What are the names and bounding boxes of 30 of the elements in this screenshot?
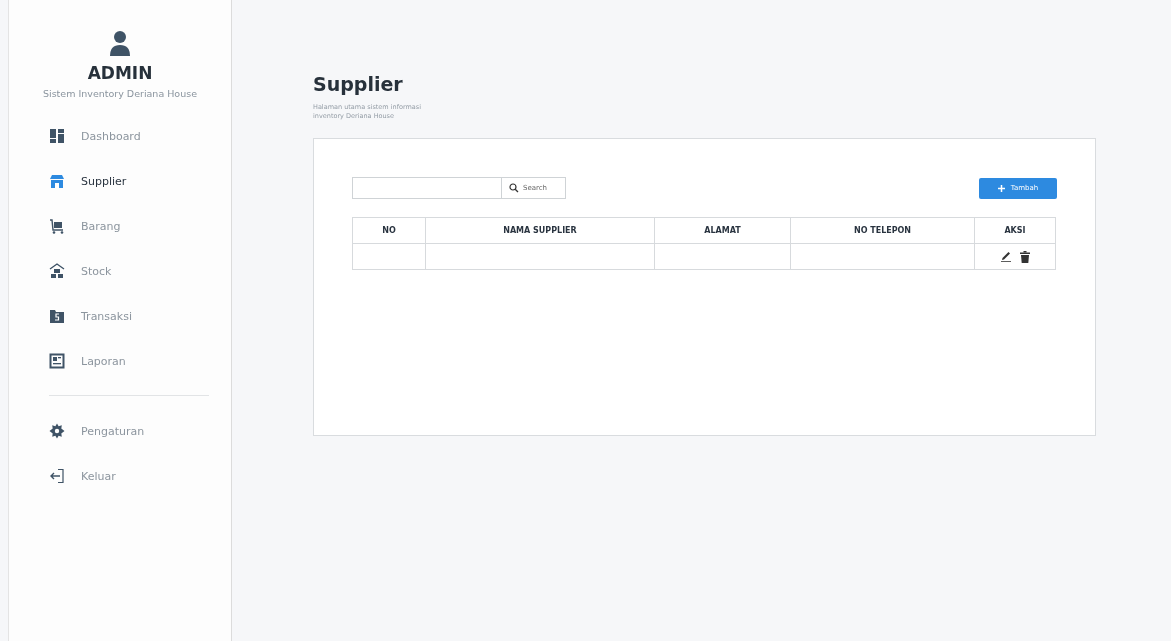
report-icon: [49, 353, 65, 369]
gear-icon: [49, 423, 65, 439]
trash-icon[interactable]: [1019, 250, 1030, 263]
column-header: NO: [352, 217, 426, 244]
column-header: AKSI: [974, 217, 1056, 244]
page-title: Supplier: [313, 73, 404, 95]
logout-icon: [49, 468, 65, 484]
search-field[interactable]: [352, 177, 502, 199]
store-icon: [49, 173, 65, 189]
sidebar-item[interactable]: Supplier: [49, 171, 231, 191]
user-icon: [109, 30, 131, 56]
sidebar-item[interactable]: Dashboard: [49, 126, 231, 146]
sidebar-item[interactable]: Pengaturan: [49, 421, 231, 441]
sidebar-item[interactable]: Laporan: [49, 351, 231, 371]
sidebar-item[interactable]: Keluar: [49, 466, 231, 486]
folder-icon: [49, 308, 65, 324]
cart-icon: [49, 218, 65, 234]
pencil-icon[interactable]: [1000, 251, 1012, 262]
column-header: NO TELEPON: [790, 217, 975, 244]
plus-icon: [997, 184, 1005, 192]
search-icon: [509, 183, 519, 193]
sidebar-item[interactable]: Barang: [49, 216, 231, 236]
column-header: ALAMAT: [654, 217, 791, 244]
sidebar-item[interactable]: Transaksi: [49, 306, 231, 326]
dashboard-icon: [49, 128, 65, 144]
app-subtitle: Sistem Inventory Deriana House: [43, 88, 197, 99]
user-name: ADMIN: [87, 63, 153, 83]
column-header: NAMA SUPPLIER: [425, 217, 655, 244]
sidebar-item[interactable]: Stock: [49, 261, 231, 281]
warehouse-icon: [49, 263, 65, 279]
